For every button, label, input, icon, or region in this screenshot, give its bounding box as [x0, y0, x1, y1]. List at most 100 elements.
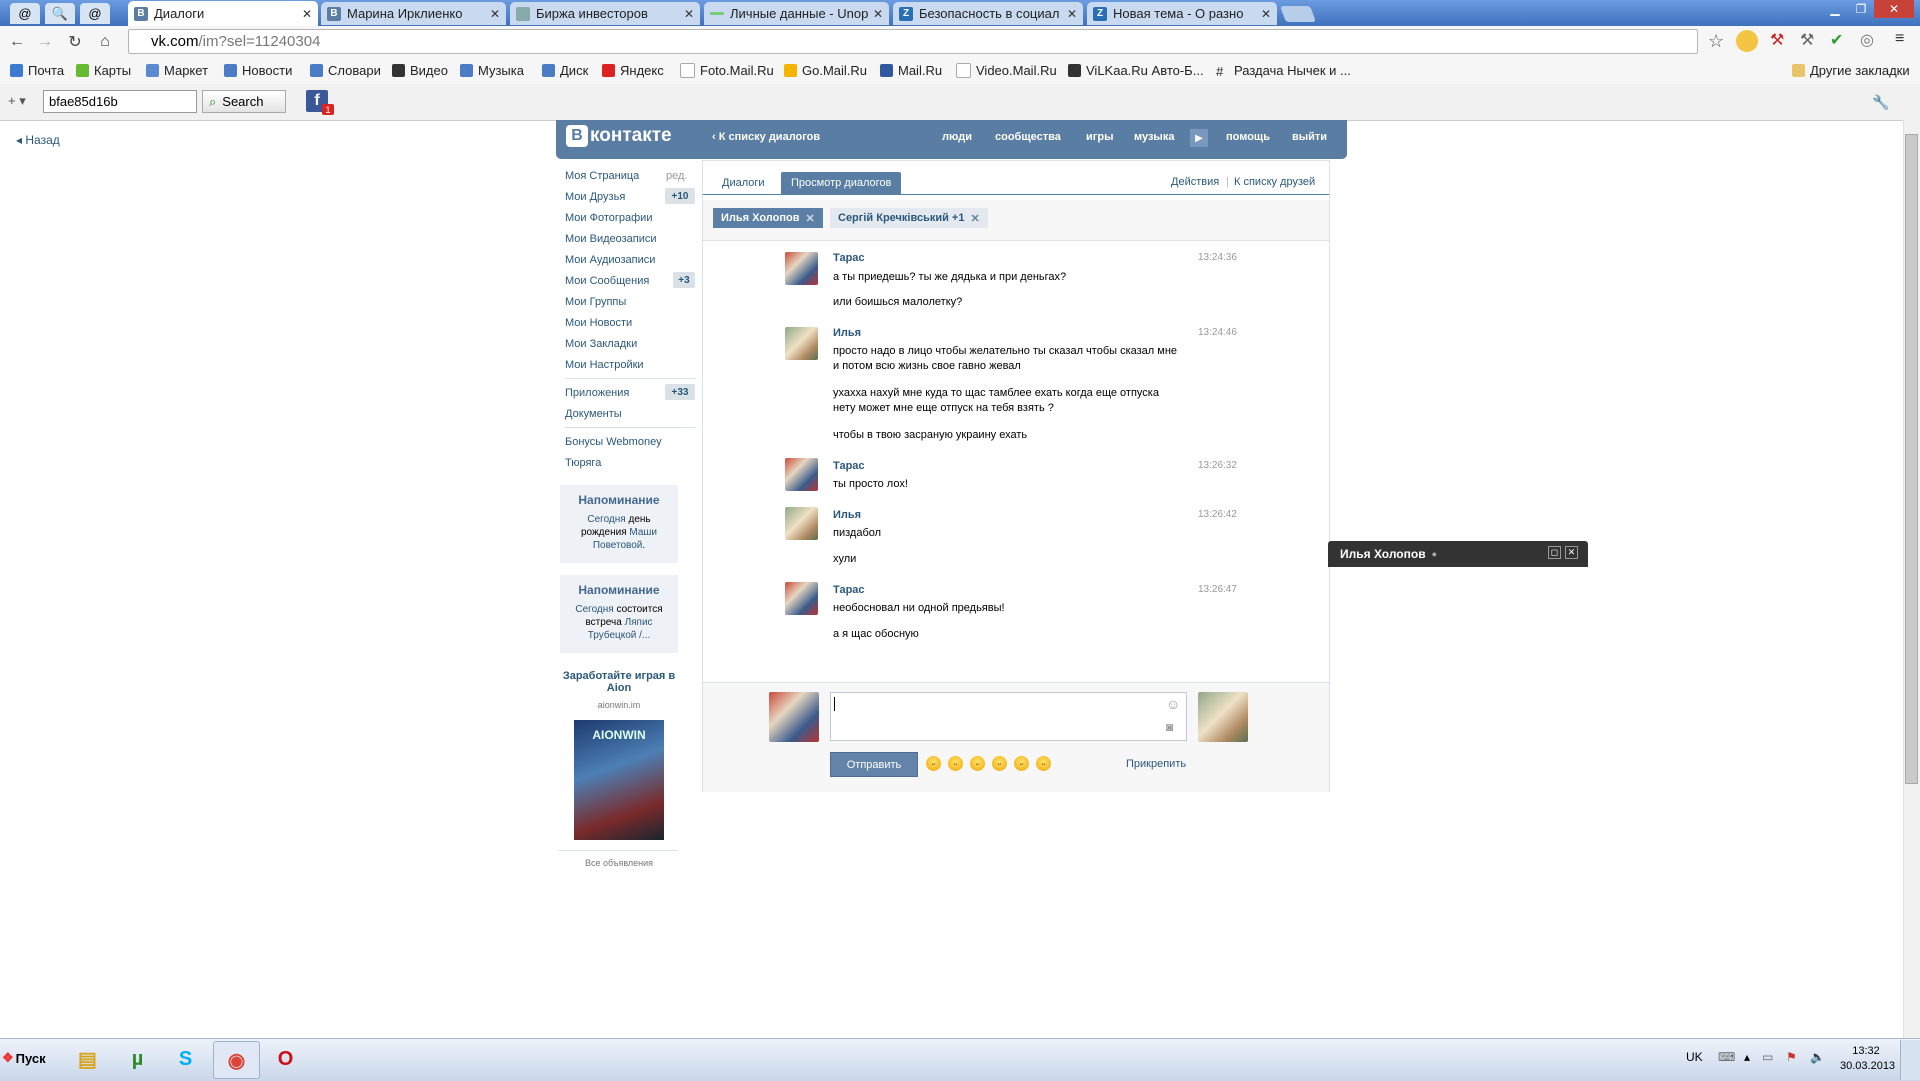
- nav-logout[interactable]: выйти: [1292, 131, 1327, 143]
- extension-icon[interactable]: ✔: [1830, 30, 1843, 50]
- start-button[interactable]: ❖ Пуск: [2, 1042, 52, 1074]
- bookmark-yandex[interactable]: Яндекс: [602, 61, 664, 79]
- nav-games[interactable]: игры: [1086, 131, 1113, 143]
- tray-expand-icon[interactable]: ▴: [1744, 1050, 1750, 1064]
- wrench-icon[interactable]: 🔧: [1872, 94, 1889, 111]
- bookmark-go[interactable]: Go.Mail.Ru: [784, 61, 867, 79]
- globe-icon[interactable]: ◎: [1860, 30, 1874, 50]
- edit-link[interactable]: ред.: [666, 170, 687, 182]
- message-author[interactable]: Илья: [833, 509, 861, 521]
- reload-icon[interactable]: ↻: [64, 31, 86, 53]
- nav-communities[interactable]: сообщества: [995, 131, 1061, 143]
- avatar[interactable]: [785, 458, 818, 491]
- volume-icon[interactable]: 🔈: [1810, 1050, 1825, 1064]
- ad-title[interactable]: Заработайте играя в Aion: [558, 670, 680, 694]
- show-desktop-button[interactable]: [1900, 1040, 1920, 1080]
- bookmark-karty[interactable]: Карты: [76, 61, 131, 79]
- play-icon[interactable]: ▶: [1190, 129, 1208, 147]
- menu-settings[interactable]: Мои Настройки: [565, 359, 644, 371]
- extension-icon[interactable]: [1736, 30, 1758, 52]
- star-icon[interactable]: ☆: [1708, 31, 1724, 52]
- clock[interactable]: 13:32 30.03.2013: [1840, 1044, 1895, 1074]
- minimize-icon[interactable]: ▁: [1822, 0, 1848, 18]
- bookmark-market[interactable]: Маркет: [146, 61, 208, 79]
- smile-emoji-icon[interactable]: ᵕ: [1014, 756, 1029, 771]
- menu-audio[interactable]: Мои Аудиозаписи: [565, 254, 655, 266]
- nav-help[interactable]: помощь: [1226, 131, 1270, 143]
- avatar[interactable]: [785, 252, 818, 285]
- message-author[interactable]: Илья: [833, 327, 861, 339]
- actions-link[interactable]: Действия: [1171, 176, 1219, 188]
- message-author[interactable]: Тарас: [833, 252, 865, 264]
- bookmark-videomail[interactable]: Video.Mail.Ru: [956, 61, 1057, 79]
- opera-icon[interactable]: O: [263, 1041, 308, 1077]
- bookmark-mailru[interactable]: Mail.Ru: [880, 61, 942, 79]
- reminder-today-link[interactable]: Сегодня: [575, 604, 613, 615]
- nav-people[interactable]: люди: [942, 131, 972, 143]
- menu-icon[interactable]: ≡: [1895, 30, 1904, 48]
- my-avatar[interactable]: [769, 692, 819, 742]
- menu-turyaga[interactable]: Тюряга: [565, 457, 601, 469]
- pinned-tab-search[interactable]: 🔍: [45, 3, 75, 24]
- menu-news[interactable]: Мои Новости: [565, 317, 632, 329]
- back-link[interactable]: ◂ Назад: [16, 133, 60, 147]
- menu-apps[interactable]: Приложения: [565, 387, 629, 399]
- menu-messages[interactable]: Мои Сообщения: [565, 275, 649, 287]
- other-bookmarks[interactable]: Другие закладки: [1792, 61, 1910, 79]
- forward-arrow-icon[interactable]: →: [34, 31, 56, 53]
- close-icon[interactable]: ✕: [805, 212, 814, 225]
- avatar[interactable]: [785, 582, 818, 615]
- close-icon[interactable]: ✕: [970, 212, 979, 225]
- menu-groups[interactable]: Мои Группы: [565, 296, 626, 308]
- menu-documents[interactable]: Документы: [565, 408, 622, 420]
- bookmark-foto[interactable]: Foto.Mail.Ru: [680, 61, 774, 79]
- pinned-tab-mail2[interactable]: @: [80, 3, 110, 24]
- tab-personal[interactable]: Личные данные - Unop ✕: [704, 2, 889, 25]
- add-icon[interactable]: + ▾: [8, 93, 26, 109]
- utorrent-icon[interactable]: µ: [115, 1041, 160, 1077]
- close-icon[interactable]: ✕: [684, 7, 694, 21]
- extension-icon[interactable]: ⚒: [1770, 30, 1784, 50]
- chrome-icon[interactable]: ◉: [213, 1041, 260, 1079]
- menu-bookmarks[interactable]: Мои Закладки: [565, 338, 637, 350]
- avatar[interactable]: [785, 507, 818, 540]
- close-icon[interactable]: ✕: [873, 7, 883, 21]
- extension-icon[interactable]: ⚒: [1800, 30, 1814, 50]
- network-icon[interactable]: ▭: [1762, 1050, 1773, 1064]
- tab-birzha[interactable]: Биржа инвесторов ✕: [510, 2, 700, 25]
- new-tab-button[interactable]: [1280, 6, 1316, 22]
- close-icon[interactable]: ✕: [302, 7, 312, 21]
- language-indicator[interactable]: UK: [1686, 1050, 1703, 1064]
- all-ads-link[interactable]: Все объявления: [558, 858, 680, 868]
- pinned-tab-mail[interactable]: @: [10, 3, 40, 24]
- chat-close-icon[interactable]: ✕: [1565, 546, 1578, 559]
- explorer-icon[interactable]: ▤: [65, 1041, 110, 1077]
- smile-emoji-icon[interactable]: ᵕ: [1036, 756, 1051, 771]
- bookmark-pochta[interactable]: Почта: [10, 61, 64, 79]
- scrollbar-thumb[interactable]: [1905, 134, 1918, 784]
- send-button[interactable]: Отправить: [830, 752, 918, 777]
- attach-link[interactable]: Прикрепить: [1126, 758, 1186, 770]
- bookmark-razdacha[interactable]: # Раздача Нычек и ...: [1216, 61, 1351, 79]
- menu-photos[interactable]: Мои Фотографии: [565, 212, 652, 224]
- back-arrow-icon[interactable]: ←: [6, 31, 28, 53]
- bookmark-slovari[interactable]: Словари: [310, 61, 381, 79]
- tab-dialogs[interactable]: B Диалоги ✕: [128, 1, 318, 26]
- close-icon[interactable]: ✕: [1261, 7, 1271, 21]
- message-author[interactable]: Тарас: [833, 584, 865, 596]
- home-icon[interactable]: ⌂: [94, 31, 116, 53]
- nav-music[interactable]: музыка: [1134, 131, 1174, 143]
- skype-icon[interactable]: S: [163, 1041, 208, 1077]
- security-icon[interactable]: ⚑: [1786, 1050, 1797, 1064]
- smile-emoji-icon[interactable]: ᵕ: [948, 756, 963, 771]
- to-dialogs-link[interactable]: ‹ К списку диалогов: [712, 131, 820, 143]
- address-bar[interactable]: vk.com/im?sel=11240304: [128, 29, 1698, 54]
- close-icon[interactable]: ✕: [490, 7, 500, 21]
- smile-emoji-icon[interactable]: ᵕ: [992, 756, 1007, 771]
- restore-icon[interactable]: ❐: [1848, 0, 1874, 18]
- vk-logo[interactable]: Вконтакте: [566, 125, 672, 147]
- reminder-today-link[interactable]: Сегодня: [587, 514, 625, 525]
- menu-my-page[interactable]: Моя Страница: [565, 170, 639, 182]
- bookmark-muzyka[interactable]: Музыка: [460, 61, 524, 79]
- menu-bonus-webmoney[interactable]: Бонусы Webmoney: [565, 436, 662, 448]
